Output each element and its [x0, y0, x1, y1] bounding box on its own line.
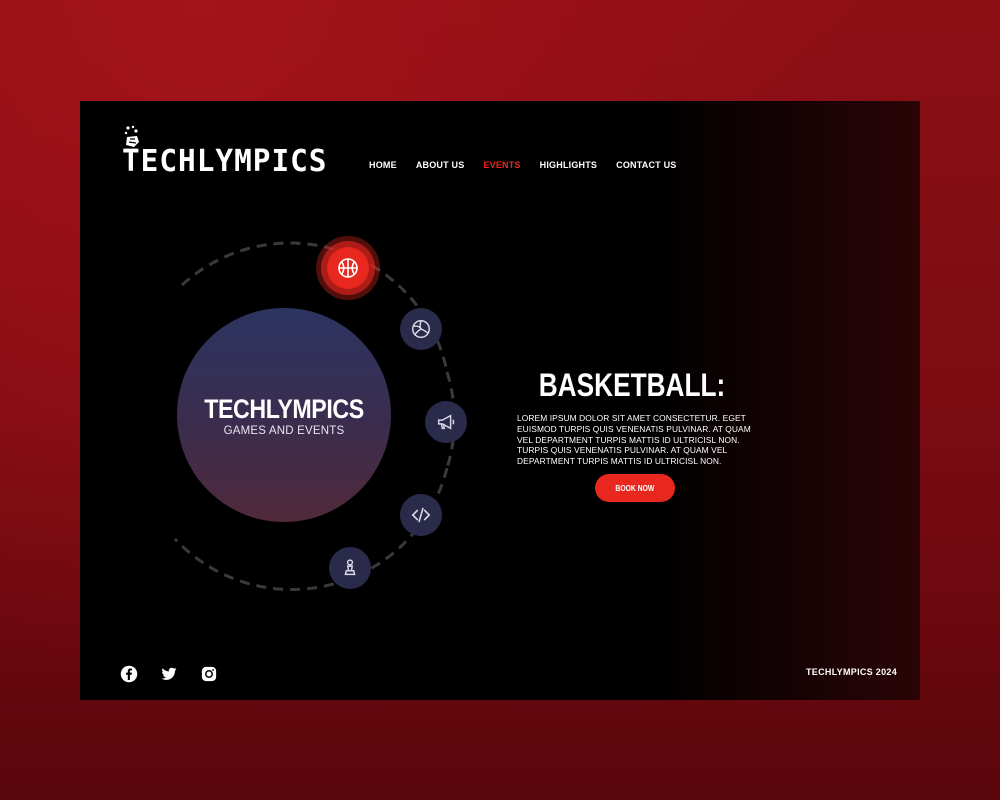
social-links [120, 665, 218, 683]
event-description: LOREM IPSUM DOLOR SIT AMET CONSECTETUR. … [517, 413, 751, 467]
hub-title: TECHLYMPICS [204, 394, 364, 424]
event-chess-button[interactable] [329, 547, 371, 589]
nav-contact-us[interactable]: CONTACT US [616, 160, 676, 170]
volleyball-icon [412, 320, 430, 338]
instagram-link[interactable] [200, 665, 218, 683]
website-frame: TECHLYMPICS HOME ABOUT US EVENTS HIGHLIG… [80, 101, 920, 700]
event-basketball-button[interactable] [316, 236, 380, 300]
chess-pawn-icon [344, 559, 356, 576]
hub-subtitle: GAMES AND EVENTS [223, 425, 345, 437]
nav-highlights[interactable]: HIGHLIGHTS [540, 160, 598, 170]
facebook-icon [120, 665, 138, 683]
event-megaphone-button[interactable] [425, 401, 467, 443]
twitter-link[interactable] [160, 665, 178, 683]
instagram-icon [201, 666, 217, 682]
event-coding-button[interactable] [400, 494, 442, 536]
facebook-link[interactable] [120, 665, 138, 683]
hub-circle: TECHLYMPICS GAMES AND EVENTS [177, 308, 391, 522]
basketball-icon [338, 258, 358, 278]
active-orb [327, 247, 369, 289]
twitter-icon [161, 667, 177, 680]
event-volleyball-button[interactable] [400, 308, 442, 350]
megaphone-icon [437, 414, 455, 430]
copyright-text: TECHLYMPICS 2024 [806, 667, 897, 677]
book-now-label: BOOK NOW [615, 483, 655, 493]
code-icon [411, 507, 431, 523]
book-now-button[interactable]: BOOK NOW [595, 474, 675, 502]
event-title: BASKETBALL: [538, 367, 726, 403]
event-orbit: TECHLYMPICS GAMES AND EVENTS [80, 101, 500, 700]
